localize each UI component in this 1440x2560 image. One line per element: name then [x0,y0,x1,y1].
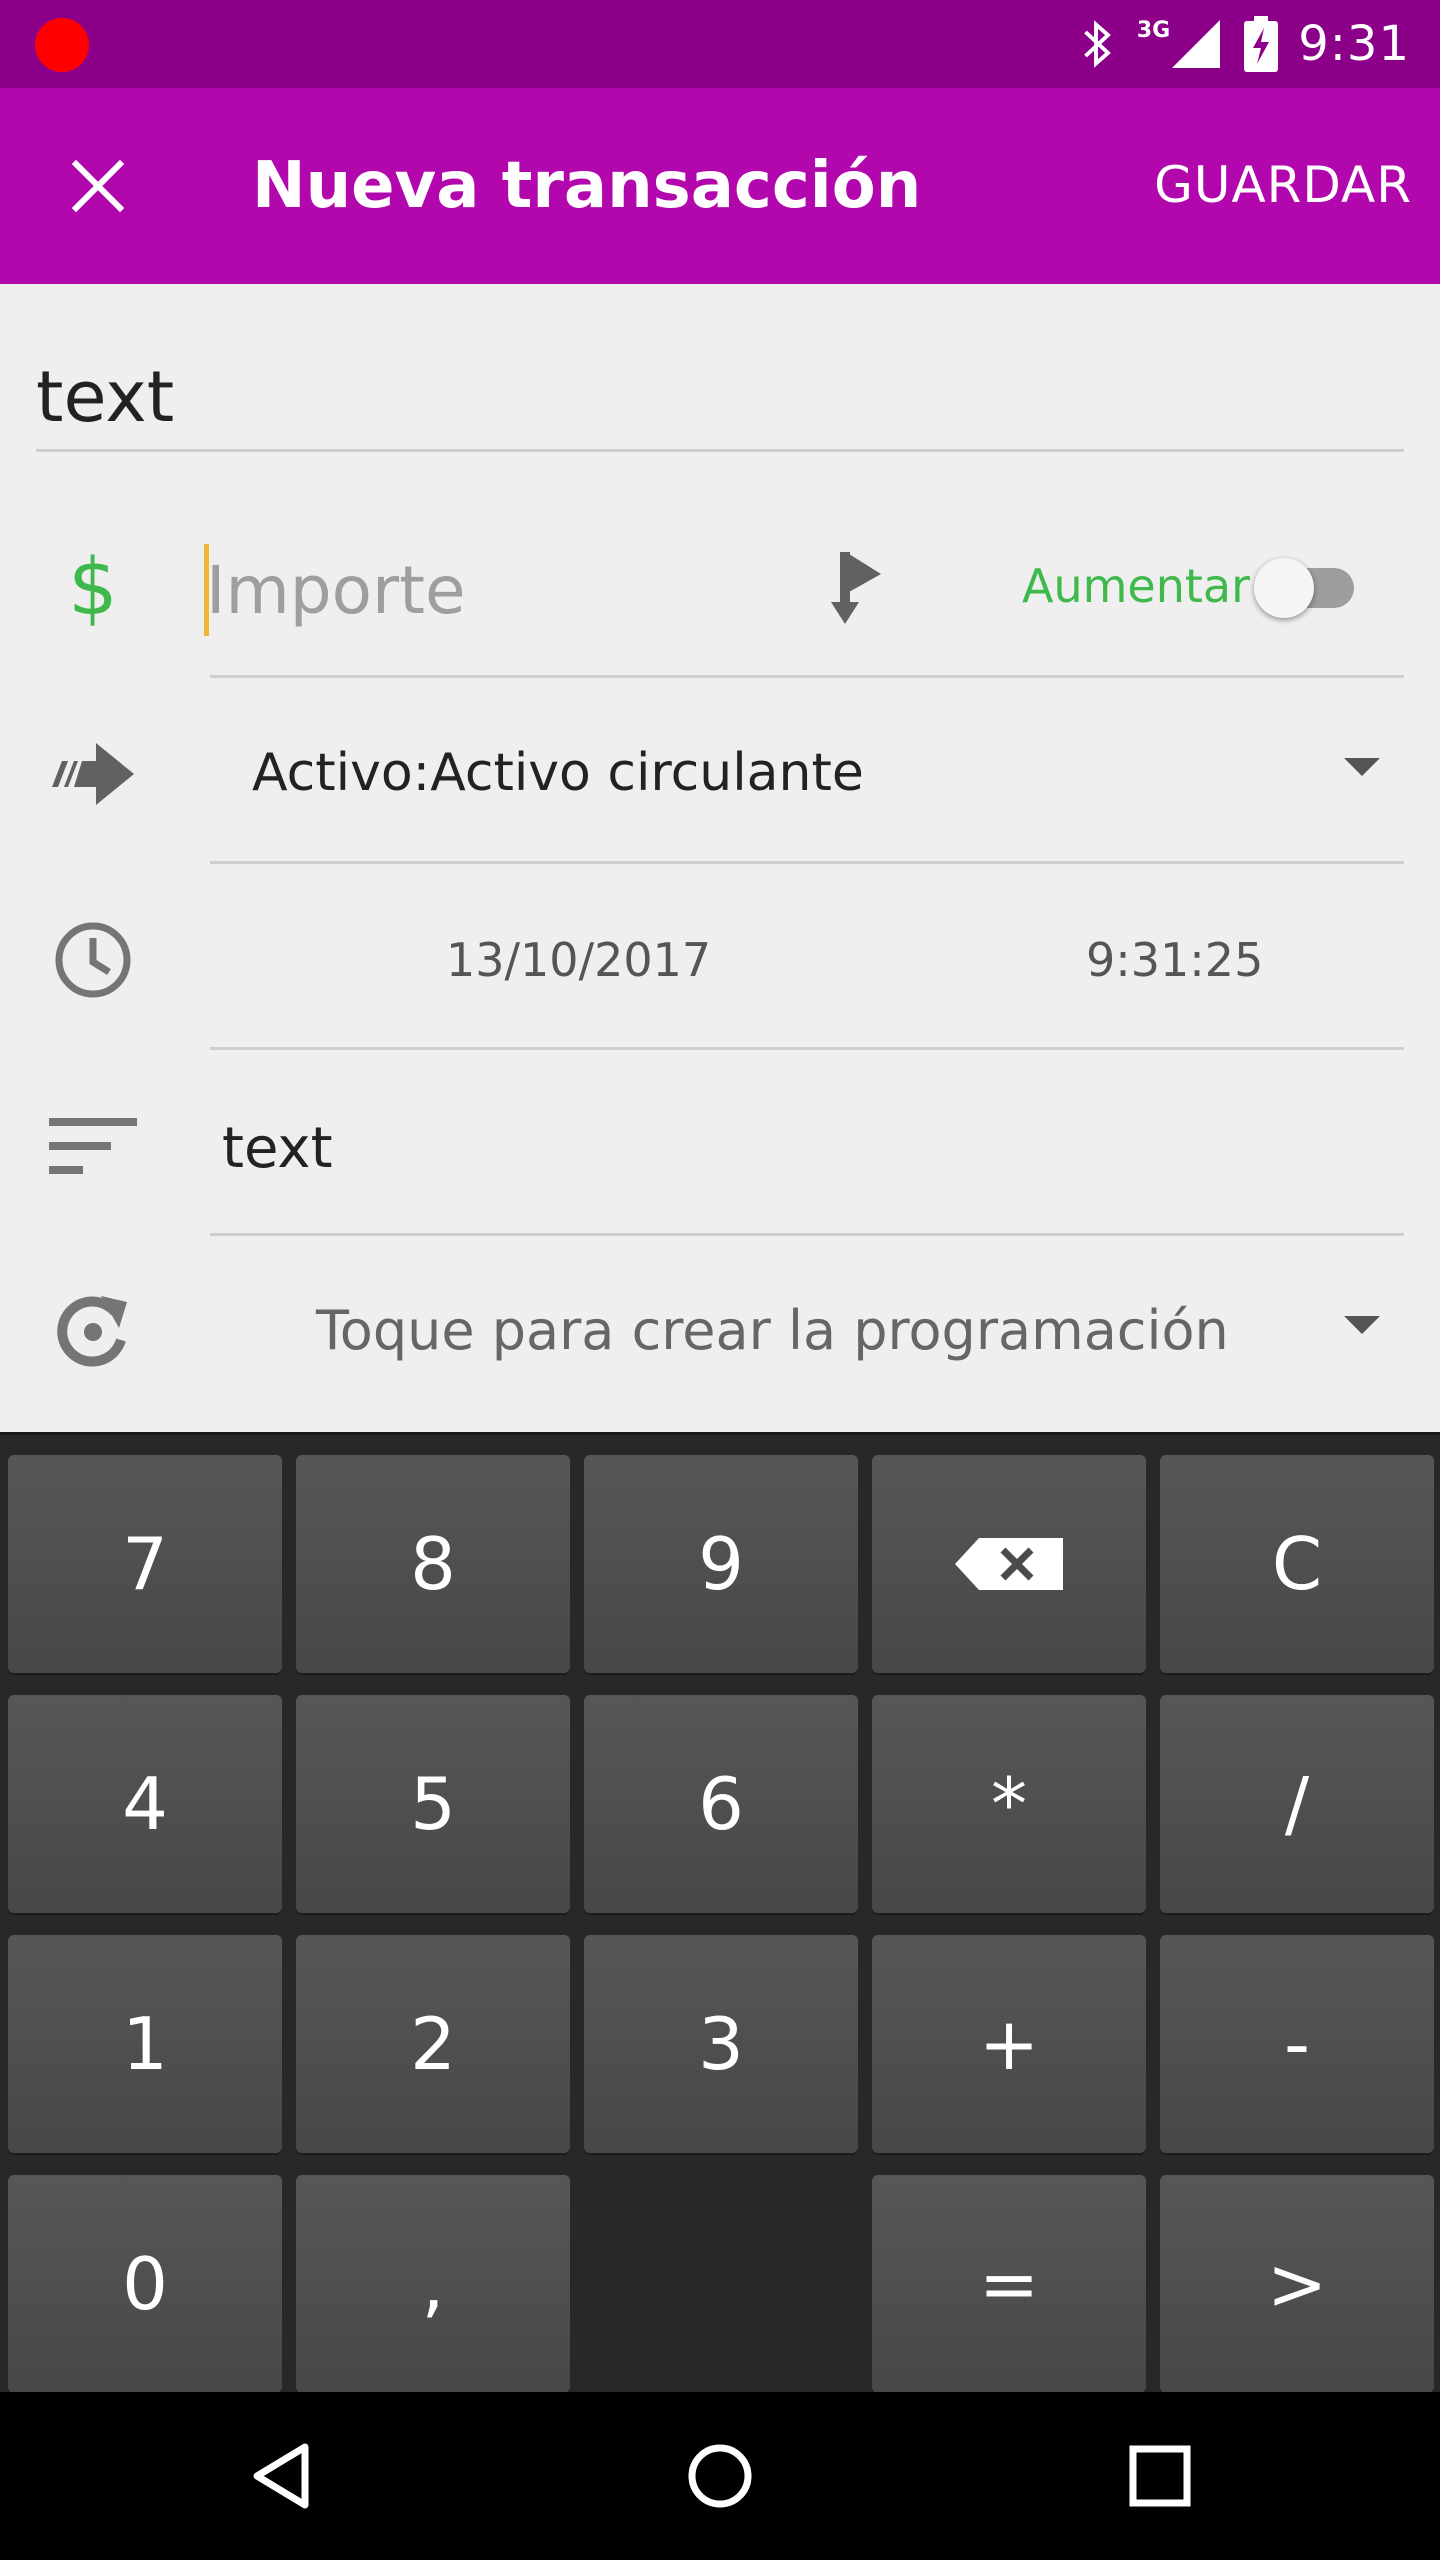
recents-button[interactable] [1110,2426,1210,2526]
key-6[interactable]: 6 [584,1695,858,1913]
key-backspace[interactable] [872,1455,1146,1673]
date-field[interactable]: 13/10/2017 [446,930,711,990]
chevron-down-icon [1344,758,1380,776]
clock-icon [45,912,141,1008]
toggle-knob [1254,558,1314,618]
refresh-icon [57,1296,127,1367]
home-button[interactable] [670,2426,770,2526]
amount-input[interactable] [206,542,766,638]
recurrence-row[interactable]: Toque para crear la programación [0,1236,1440,1422]
sort-lines-icon [49,1118,137,1174]
status-clock: 9:31 [1298,16,1410,72]
chevron-down-icon [1344,1316,1380,1334]
back-button[interactable] [232,2426,332,2526]
key-1[interactable]: 1 [8,1935,282,2153]
notes-input[interactable] [222,1100,1222,1196]
key-next[interactable]: > [1160,2175,1434,2393]
system-nav-bar [0,2392,1440,2560]
key-9[interactable]: 9 [584,1455,858,1673]
key-divide[interactable]: / [1160,1695,1434,1913]
battery-charging-icon [1244,16,1279,72]
key-plus[interactable]: + [872,1935,1146,2153]
account-row[interactable]: Activo:Activo circulante [0,678,1440,864]
signal-icon [1172,20,1221,68]
app-bar: Nueva transacción GUARDAR [0,88,1440,284]
notes-row [0,1050,1440,1236]
description-input[interactable] [36,344,1404,452]
network-type-label: 3G [1136,17,1171,43]
recurrence-select[interactable]: Toque para crear la programación [316,1296,1229,1366]
increase-label: Aumentar [1022,559,1251,613]
transfer-split-button[interactable] [810,540,900,636]
save-button[interactable]: GUARDAR [1154,150,1412,220]
key-8[interactable]: 8 [296,1455,570,1673]
key-clear[interactable]: C [1160,1455,1434,1673]
increase-toggle[interactable] [1254,558,1366,618]
currency-symbol: $ [68,543,118,633]
close-icon [71,159,125,213]
page-title: Nueva transacción [252,149,922,223]
key-minus[interactable]: - [1160,1935,1434,2153]
transaction-form: $ Aumentar Activo:Activo circulante [0,284,1440,1432]
key-7[interactable]: 7 [8,1455,282,1673]
repeat-icon [45,1284,141,1380]
status-bar: 3G 9:31 [0,0,1440,88]
backspace-icon [955,1538,1063,1590]
bluetooth-icon [1083,20,1111,68]
split-arrows-icon [831,552,881,624]
transfer-arrow-icon [45,726,141,822]
date-row: 13/10/2017 9:31:25 [0,864,1440,1050]
time-field[interactable]: 9:31:25 [1086,930,1263,990]
key-5[interactable]: 5 [296,1695,570,1913]
status-icons: 3G 9:31 [1081,14,1410,74]
close-button[interactable] [50,138,146,234]
calculator-keypad: 7 8 9 C 4 5 6 * / 1 2 3 + - 0 , = > [0,1432,1440,2393]
key-4[interactable]: 4 [8,1695,282,1913]
back-triangle-icon [253,2443,309,2509]
key-comma[interactable]: , [296,2175,570,2393]
clock-svg [55,922,131,998]
recents-square-icon [1129,2445,1191,2507]
key-3[interactable]: 3 [584,1935,858,2153]
recording-dot-icon [35,18,89,72]
arrow-right-icon [52,743,134,805]
account-select[interactable]: Activo:Activo circulante [252,740,864,806]
currency-icon: $ [45,540,141,636]
amount-row: $ Aumentar [0,492,1440,678]
key-2[interactable]: 2 [296,1935,570,2153]
key-0[interactable]: 0 [8,2175,282,2393]
key-equals[interactable]: = [872,2175,1146,2393]
key-multiply[interactable]: * [872,1695,1146,1913]
notes-icon [45,1098,141,1194]
home-circle-icon [688,2444,752,2508]
